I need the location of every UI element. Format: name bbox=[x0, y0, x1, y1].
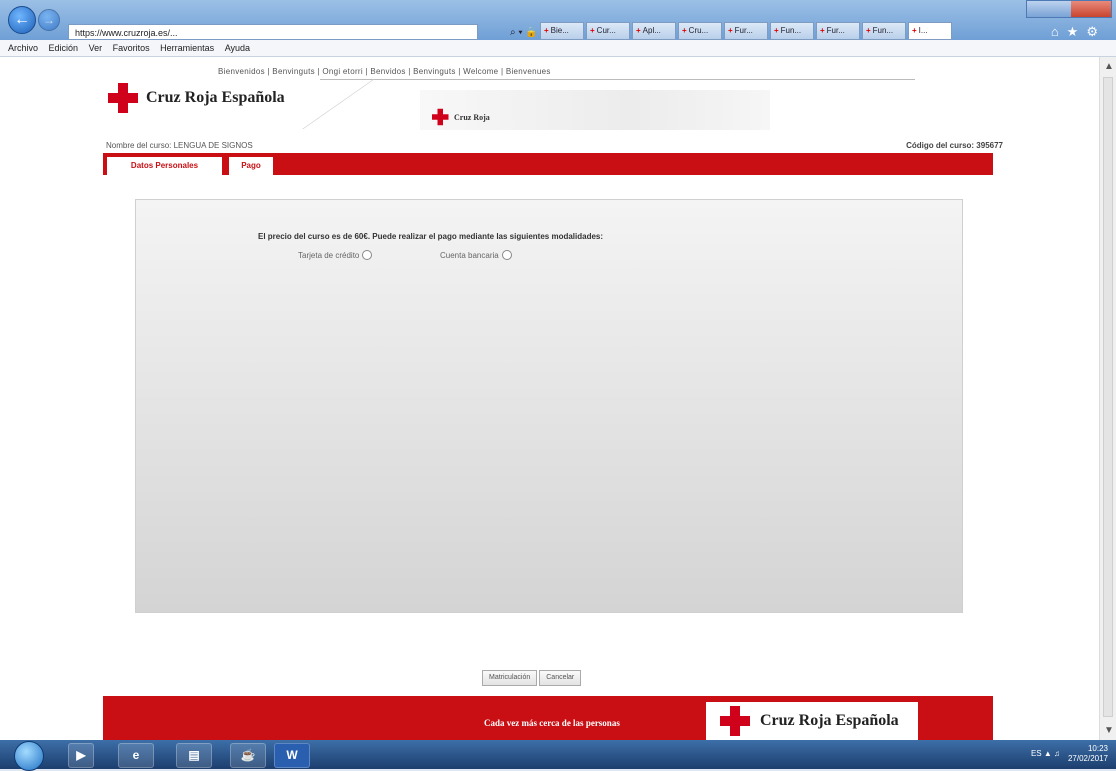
banner-logo: Cruz Roja bbox=[432, 102, 490, 132]
option-bank-account-label: Cuenta bancaria bbox=[440, 250, 499, 260]
menu-item-view[interactable]: Ver bbox=[89, 43, 103, 53]
page-viewport: Bienvenidos | Benvinguts | Ongi etorri |… bbox=[0, 57, 1099, 740]
header-divider bbox=[320, 79, 915, 80]
media-player-icon[interactable]: ▶ bbox=[68, 743, 94, 768]
internet-explorer-icon[interactable]: e bbox=[118, 743, 154, 768]
site-logo[interactable]: Cruz Roja Española bbox=[108, 83, 285, 113]
clock-date: 27/02/2017 bbox=[1067, 754, 1108, 763]
scroll-thumb[interactable] bbox=[1103, 77, 1113, 717]
windows-taskbar: ▶ e ▤ ☕ W ES ▲ ♫ 10:23 27/02/2017 bbox=[0, 740, 1116, 771]
cancel-button[interactable]: Cancelar bbox=[539, 670, 582, 686]
credit-card-radio[interactable] bbox=[362, 250, 373, 260]
file-explorer-icon[interactable]: ▤ bbox=[176, 743, 212, 768]
scroll-down-icon[interactable]: ▼ bbox=[1104, 725, 1114, 736]
banner-logo-text: Cruz Roja bbox=[454, 112, 490, 122]
menu-item-help[interactable]: Ayuda bbox=[225, 43, 250, 53]
tab-payment[interactable]: Pago bbox=[228, 156, 274, 175]
browser-tab[interactable]: + Apl... bbox=[632, 22, 676, 40]
forward-arrow-icon[interactable]: → bbox=[38, 9, 60, 31]
home-star-gear-icons[interactable]: ⌂★⚙ bbox=[1051, 24, 1106, 40]
vertical-scrollbar[interactable]: ▲ ▼ bbox=[1099, 57, 1116, 740]
browser-tab[interactable]: + Fur... bbox=[724, 22, 768, 40]
menu-item-file[interactable]: Archivo bbox=[8, 43, 38, 53]
browser-tab[interactable]: + Fun... bbox=[770, 22, 814, 40]
browser-tab[interactable]: + Bie... bbox=[540, 22, 584, 40]
back-arrow-icon[interactable]: ← bbox=[8, 6, 36, 34]
language-links[interactable]: Bienvenidos | Benvinguts | Ongi etorri |… bbox=[218, 67, 551, 76]
footer-logo-text: Cruz Roja Española bbox=[760, 712, 899, 729]
clock[interactable]: 10:23 27/02/2017 bbox=[1068, 744, 1108, 764]
browser-tab-active[interactable]: + I... bbox=[908, 22, 952, 40]
red-cross-icon bbox=[108, 83, 138, 113]
course-code: Código del curso: 395677 bbox=[906, 141, 1003, 150]
start-button-icon[interactable] bbox=[14, 741, 44, 771]
browser-tab[interactable]: + Fur... bbox=[816, 22, 860, 40]
footer-slogan: Cada vez más cerca de las personas bbox=[484, 718, 620, 728]
footer-logo: Cruz Roja Española bbox=[706, 702, 918, 740]
menu-item-favorites[interactable]: Favoritos bbox=[113, 43, 150, 53]
clock-time: 10:23 bbox=[1087, 744, 1108, 753]
menu-item-tools[interactable]: Herramientas bbox=[160, 43, 214, 53]
scroll-up-icon[interactable]: ▲ bbox=[1104, 61, 1114, 72]
address-bar[interactable]: https://www.cruzroja.es/... bbox=[68, 24, 478, 40]
language-indicator[interactable]: ES bbox=[1031, 749, 1042, 758]
red-cross-icon bbox=[720, 706, 750, 736]
word-icon[interactable]: W bbox=[274, 743, 310, 768]
system-tray-icons[interactable]: ES ▲ ♫ bbox=[1031, 749, 1060, 758]
option-credit-card-label: Tarjeta de crédito bbox=[298, 250, 360, 260]
browser-tab[interactable]: + Cur... bbox=[586, 22, 630, 40]
logo-text: Cruz Roja Española bbox=[146, 89, 285, 106]
payment-panel bbox=[135, 199, 963, 613]
tab-personal-data[interactable]: Datos Personales bbox=[106, 156, 223, 175]
option-bank-account[interactable]: Cuenta bancaria bbox=[440, 250, 512, 260]
browser-tab[interactable]: + Fun... bbox=[862, 22, 906, 40]
form-buttons: Matriculación Cancelar bbox=[482, 670, 582, 686]
close-window-icon[interactable] bbox=[1071, 1, 1111, 17]
bank-account-radio[interactable] bbox=[501, 250, 512, 260]
option-credit-card[interactable]: Tarjeta de crédito bbox=[298, 250, 373, 260]
menu-bar: Archivo Edición Ver Favoritos Herramient… bbox=[0, 40, 1116, 57]
red-cross-icon bbox=[432, 108, 449, 126]
enroll-button[interactable]: Matriculación bbox=[482, 670, 538, 686]
course-name: Nombre del curso: LENGUA DE SIGNOS bbox=[106, 141, 253, 150]
java-icon[interactable]: ☕ bbox=[230, 743, 266, 768]
menu-item-edit[interactable]: Edición bbox=[49, 43, 79, 53]
browser-tabs: + Bie... + Cur... + Apl... + Cru... + Fur... … bbox=[540, 22, 952, 40]
browser-tab[interactable]: + Cru... bbox=[678, 22, 722, 40]
browser-title-bar: ← → https://www.cruzroja.es/... ⌕ ▾ 🔒 ↻ … bbox=[0, 0, 1116, 40]
window-controls[interactable] bbox=[1026, 0, 1112, 18]
price-text: El precio del curso es de 60€. Puede rea… bbox=[258, 232, 604, 241]
